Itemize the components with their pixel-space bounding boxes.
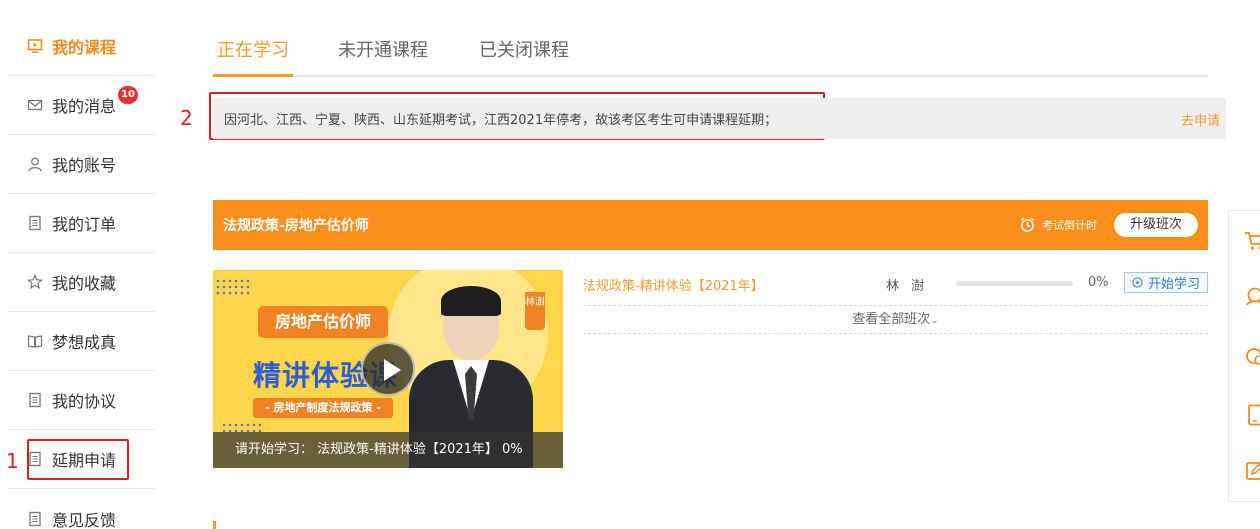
view-all-classes-link[interactable]: 查看全部班次 bbox=[852, 312, 930, 327]
sidebar-item-dream-come-true[interactable]: 梦想成真 bbox=[8, 312, 155, 371]
annotation-box-1 bbox=[27, 439, 129, 480]
deferral-notice-text: 因河北、江西、宁夏、陕西、山东延期考试，江西2021年停考，故该考区考生可申请课… bbox=[224, 113, 778, 128]
thumbnail-caption: 请开始学习： 法规政策-精讲体验【2021年】 0% bbox=[213, 432, 563, 468]
thumbnail-subtitle: - 房地产制度法规政策 - bbox=[253, 398, 393, 418]
active-tab-indicator bbox=[213, 74, 293, 77]
chevron-down-icon: ⌄ bbox=[930, 315, 939, 326]
sidebar-item-label: 我的课程 bbox=[52, 38, 117, 57]
sidebar-item-my-favorites[interactable]: 我的收藏 bbox=[8, 253, 155, 312]
sidebar-item-label: 梦想成真 bbox=[52, 333, 117, 352]
floating-toolbar bbox=[1228, 210, 1260, 502]
sidebar-item-my-messages[interactable]: 我的消息 10 bbox=[8, 76, 155, 135]
exam-countdown[interactable]: 考试倒计时 bbox=[1019, 216, 1097, 233]
sidebar-item-label: 我的协议 bbox=[52, 392, 117, 411]
deferral-notice-bar: 因河北、江西、宁夏、陕西、山东延期考试，江西2021年停考，故该考区考生可申请课… bbox=[213, 98, 1226, 139]
lesson-name-link[interactable]: 法规政策-精讲体验【2021年】 bbox=[583, 275, 764, 294]
course-tabs: 正在学习 未开通课程 已关闭课程 bbox=[213, 27, 1208, 77]
document-icon bbox=[26, 510, 43, 527]
thumbnail-course-pill: 房地产估价师 bbox=[258, 306, 388, 338]
course-video-thumbnail[interactable]: 房地产估价师 精讲体验课 - 房地产制度法规政策 - 林澍 请开始学习： 法规政… bbox=[213, 270, 563, 468]
lesson-progress-bar bbox=[956, 281, 1073, 286]
thumbnail-dots-decor bbox=[215, 278, 251, 298]
sidebar-item-label: 我的消息 bbox=[52, 97, 117, 116]
alarm-clock-icon bbox=[1020, 217, 1035, 232]
sidebar-item-my-agreements[interactable]: 我的协议 bbox=[8, 371, 155, 430]
sidebar-item-my-orders[interactable]: 我的订单 bbox=[8, 194, 155, 253]
view-all-classes-row: 查看全部班次⌄ bbox=[583, 306, 1208, 334]
upgrade-class-button[interactable]: 升级班次 bbox=[1114, 213, 1198, 237]
user-icon bbox=[26, 156, 43, 173]
lesson-progress-percent: 0% bbox=[1088, 275, 1109, 290]
chat-icon[interactable] bbox=[1243, 345, 1260, 369]
play-screen-icon bbox=[26, 38, 43, 55]
apply-link[interactable]: 去申请 bbox=[1181, 110, 1220, 129]
teacher-name-tag: 林澍 bbox=[525, 292, 545, 330]
book-icon bbox=[26, 333, 43, 350]
tablet-icon[interactable] bbox=[1243, 403, 1260, 427]
document-icon bbox=[26, 392, 43, 409]
play-circle-icon bbox=[1132, 277, 1143, 288]
play-icon[interactable] bbox=[361, 342, 415, 396]
tab-studying[interactable]: 正在学习 bbox=[217, 36, 289, 62]
sidebar-item-my-account[interactable]: 我的账号 bbox=[8, 135, 155, 194]
tab-closed[interactable]: 已关闭课程 bbox=[479, 36, 569, 62]
sidebar-item-label: 我的订单 bbox=[52, 215, 117, 234]
lesson-teacher: 林 澍 bbox=[886, 279, 929, 294]
annotation-number-1: 1 bbox=[6, 449, 19, 473]
edit-icon[interactable] bbox=[1243, 459, 1260, 483]
unread-count-badge: 10 bbox=[118, 86, 138, 104]
start-learning-button[interactable]: 开始学习 bbox=[1124, 272, 1208, 293]
sidebar-item-feedback[interactable]: 意见反馈 bbox=[8, 489, 155, 529]
cart-icon[interactable] bbox=[1243, 229, 1260, 253]
annotation-number-2: 2 bbox=[180, 106, 193, 130]
sidebar-item-label: 我的收藏 bbox=[52, 274, 117, 293]
sidebar-item-my-courses[interactable]: 我的课程 bbox=[8, 17, 155, 76]
document-icon bbox=[26, 215, 43, 232]
course-title: 法规政策-房地产估价师 bbox=[223, 218, 369, 234]
next-section-heading-cutoff bbox=[213, 521, 413, 529]
tab-not-activated[interactable]: 未开通课程 bbox=[338, 36, 428, 62]
sidebar-item-label: 我的账号 bbox=[52, 156, 117, 175]
star-icon bbox=[26, 274, 43, 291]
sidebar-item-label: 意见反馈 bbox=[52, 510, 117, 529]
countdown-label: 考试倒计时 bbox=[1042, 218, 1097, 232]
course-header-bar: 法规政策-房地产估价师 考试倒计时 升级班次 bbox=[213, 200, 1208, 250]
teacher-photo bbox=[441, 286, 501, 316]
mail-icon bbox=[26, 97, 43, 114]
service-icon[interactable] bbox=[1243, 285, 1260, 309]
lesson-row: 法规政策-精讲体验【2021年】 林 澍 0% 开始学习 bbox=[583, 270, 1208, 306]
start-learning-label: 开始学习 bbox=[1147, 277, 1200, 292]
